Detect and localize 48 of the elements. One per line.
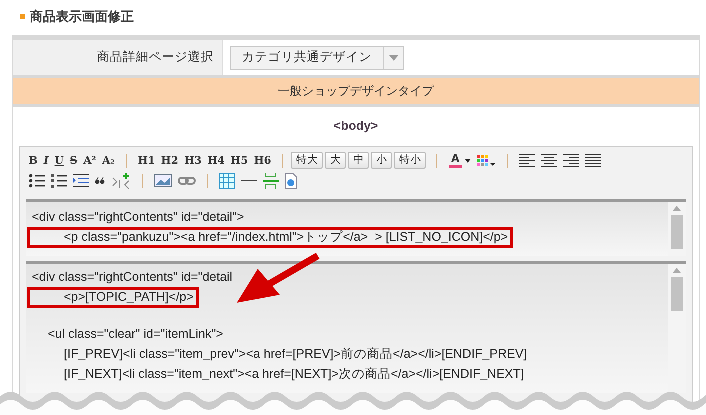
font-size-button[interactable]: 小 xyxy=(371,152,392,170)
format-button[interactable]: A₂ xyxy=(99,152,118,169)
code-line: <div class="rightContents" id="detail xyxy=(32,269,233,286)
heading-button[interactable]: H5 xyxy=(228,152,252,169)
page-title: 商品表示画面修正 xyxy=(30,8,134,26)
heading-button[interactable]: H3 xyxy=(182,152,205,169)
format-button[interactable]: B xyxy=(26,152,41,169)
format-button[interactable]: S xyxy=(66,152,81,169)
dropdown-arrow-icon[interactable] xyxy=(464,158,471,163)
indent-icon[interactable] xyxy=(73,174,89,188)
bullet-list-icon[interactable] xyxy=(29,174,45,188)
field-label: 商品詳細ページ選択 xyxy=(97,49,214,66)
caret-icon xyxy=(388,54,398,60)
section-label: <body> xyxy=(334,119,378,133)
format-button[interactable]: I xyxy=(40,152,52,169)
page-break-icon[interactable] xyxy=(263,172,279,189)
align-right-icon[interactable] xyxy=(562,154,579,168)
image-icon[interactable] xyxy=(154,174,172,188)
div-add-icon[interactable] xyxy=(111,172,131,189)
heading-button[interactable]: H4 xyxy=(204,152,228,169)
link-icon[interactable] xyxy=(178,176,196,186)
heading-button[interactable]: H2 xyxy=(158,152,182,169)
quote-icon[interactable] xyxy=(95,176,105,185)
media-icon[interactable] xyxy=(285,172,297,189)
font-size-button[interactable]: 大 xyxy=(325,152,346,170)
scrollbar-thumb[interactable] xyxy=(671,214,683,249)
code-line: [IF_NEXT]<li class="item_next"><a href=[NEXT]>次の商品</a></li>[ENDIF_NEXT] xyxy=(63,366,524,384)
code-line: [IF_PREV]<li class="item_prev"><a href=[PREV]>前の商品</a></li>[ENDIF_PREV] xyxy=(63,346,528,364)
format-button[interactable]: U xyxy=(52,152,67,169)
heading-button[interactable]: H6 xyxy=(251,152,274,169)
design-select[interactable]: カテゴリ共通デザイン xyxy=(230,46,404,70)
scrollbar-thumb[interactable] xyxy=(671,276,683,311)
code-line: <ul class="clear" id="itemLink"> xyxy=(47,326,224,344)
justify-icon[interactable] xyxy=(584,154,601,168)
design-type-label: 一般ショップデザインタイプ xyxy=(278,83,434,100)
numbered-list-icon[interactable] xyxy=(51,174,67,188)
bullet-icon xyxy=(20,14,25,19)
font-color-button[interactable]: A xyxy=(449,153,462,168)
align-center-icon[interactable] xyxy=(540,154,557,168)
code-line: <div class="rightContents" id="detail"> xyxy=(32,209,244,226)
font-size-button[interactable]: 特大 xyxy=(291,152,324,170)
font-size-button[interactable]: 特小 xyxy=(394,152,426,170)
heading-button[interactable]: H1 xyxy=(135,152,158,169)
font-size-button[interactable]: 中 xyxy=(348,152,370,170)
color-palette-icon[interactable] xyxy=(476,154,496,167)
align-left-icon[interactable] xyxy=(518,154,535,168)
table-icon[interactable] xyxy=(219,172,235,189)
format-button[interactable]: A² xyxy=(80,152,100,169)
